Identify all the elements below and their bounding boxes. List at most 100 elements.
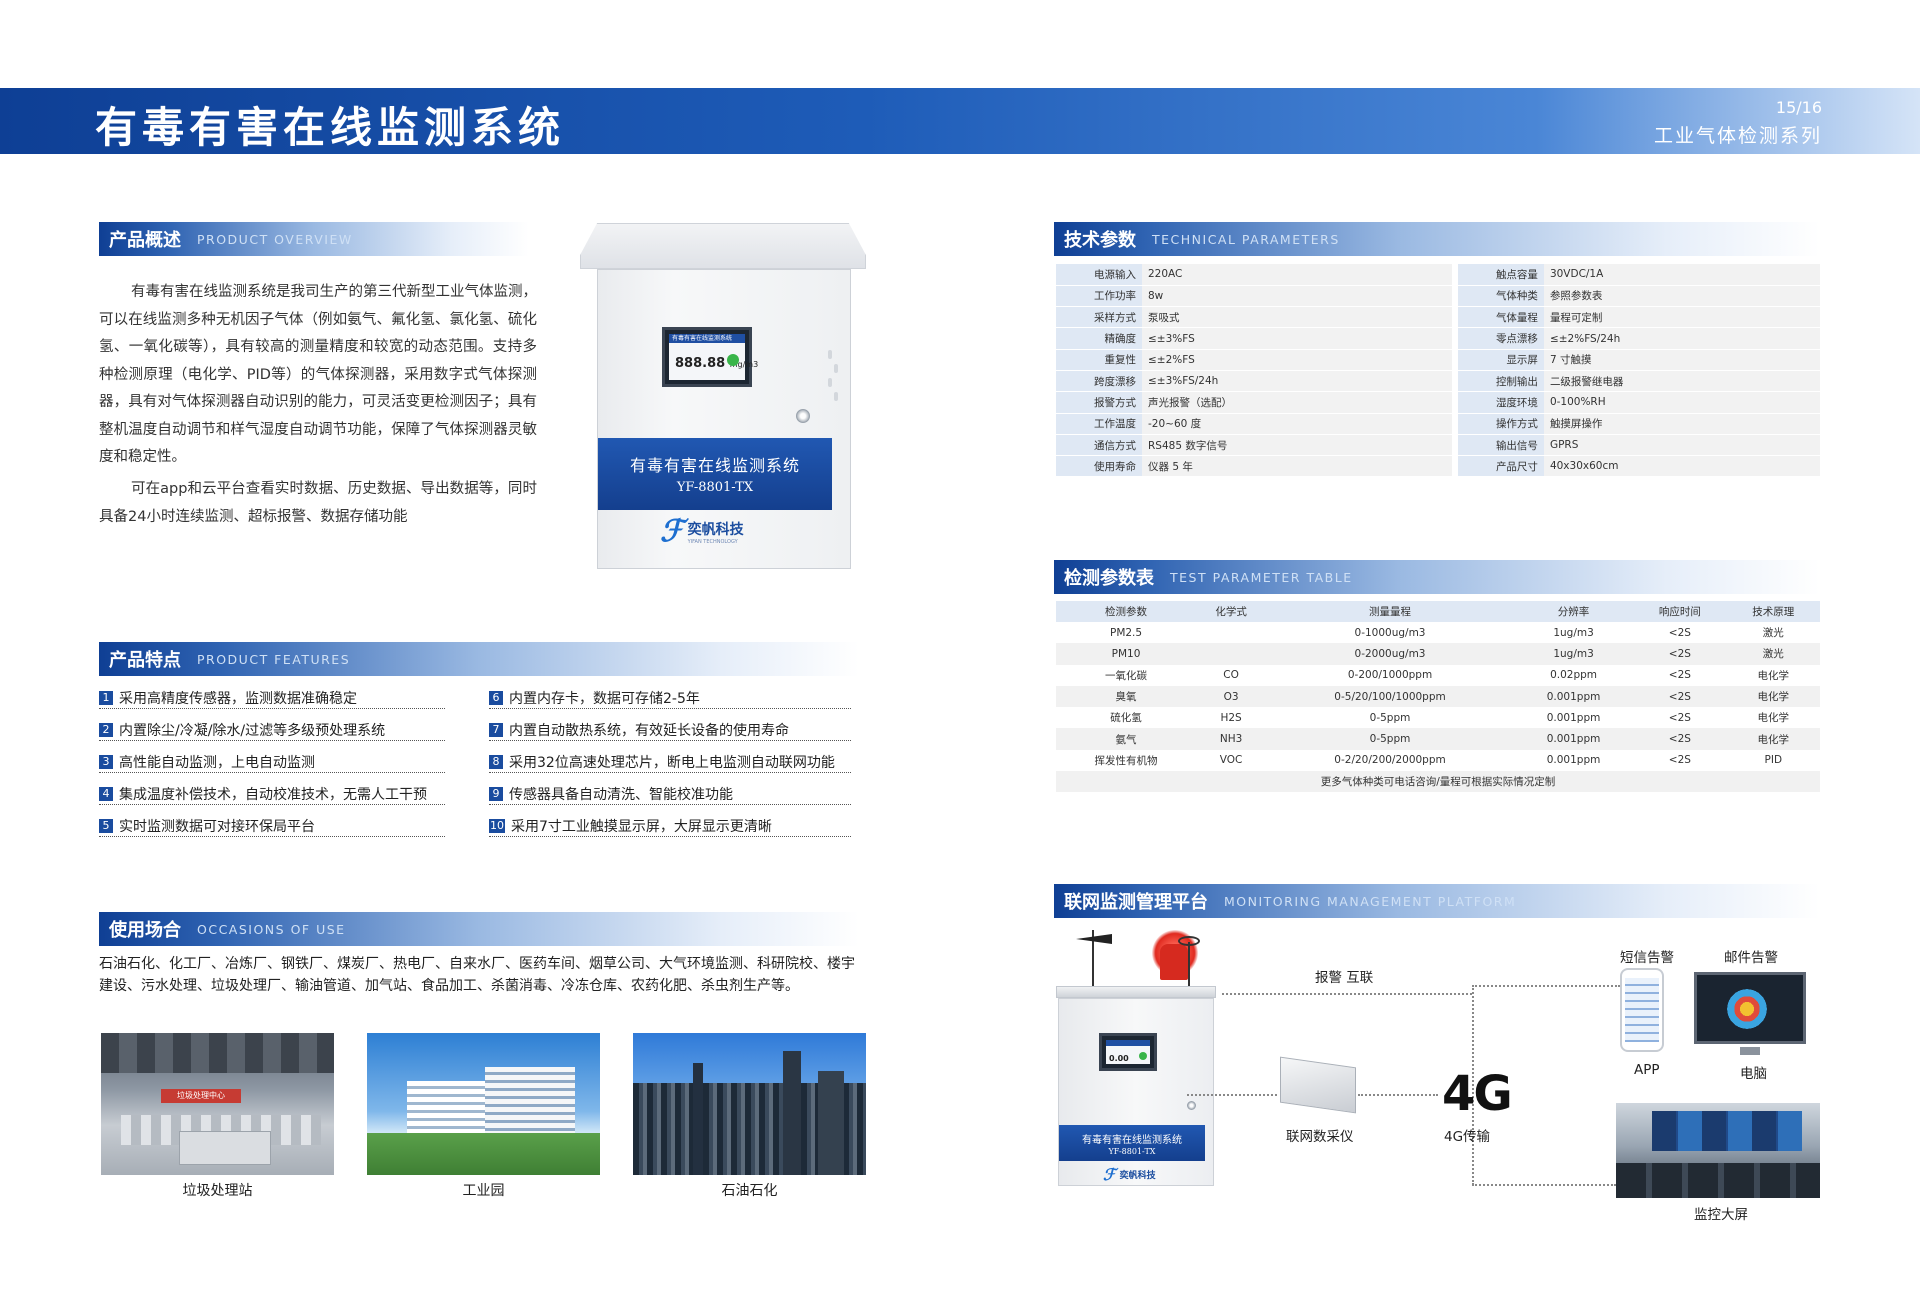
app-label: APP — [1634, 1062, 1660, 1078]
test-row: 挥发性有机物 VOC 0-2/20/200/2000ppm 0.001ppm <2S PI… — [1056, 749, 1820, 772]
tech-row: 跨度漂移 ≤±3%FS/24h 控制输出 二级报警继电器 — [1056, 370, 1820, 393]
test-cell: 0-5ppm — [1266, 707, 1514, 729]
test-title: 检测参数表 — [1064, 568, 1154, 589]
anemometer-icon — [1178, 936, 1200, 946]
test-cell: 激光 — [1726, 643, 1820, 665]
test-cell: 0.001ppm — [1513, 685, 1634, 708]
test-row: PM2.5 0-1000ug/m3 1ug/m3 <2S 激光 — [1056, 622, 1820, 644]
tech-param-name: 气体种类 — [1457, 285, 1544, 308]
4g-label: 4G传输 — [1444, 1129, 1491, 1145]
tech-param-name: 输出信号 — [1457, 434, 1544, 457]
test-cell: 挥发性有机物 — [1056, 749, 1197, 772]
link-line — [1472, 985, 1620, 987]
panel-title: 有毒有害在线监测系统 — [629, 456, 800, 475]
screen-value: 888.88 mg/m3 — [675, 356, 759, 371]
test-cell: 电化学 — [1726, 664, 1820, 686]
test-cell: 1ug/m3 — [1513, 643, 1634, 665]
tech-param-value: GPRS — [1543, 434, 1820, 457]
feature-item: 3 高性能自动监测，上电自动监测 — [99, 751, 445, 773]
tech-param-value: 二级报警继电器 — [1543, 370, 1820, 393]
features-title-en: PRODUCT FEATURES — [197, 651, 351, 667]
test-cell: <2S — [1633, 749, 1727, 772]
tech-header: 技术参数 TECHNICAL PARAMETERS — [1054, 222, 1820, 256]
vent-icon — [834, 364, 838, 373]
phone-icon — [1620, 968, 1664, 1052]
tech-title-en: TECHNICAL PARAMETERS — [1152, 231, 1340, 247]
tech-param-name: 通信方式 — [1056, 434, 1142, 457]
feature-item: 4 集成温度补偿技术，自动校准技术，无需人工干预 — [99, 783, 445, 805]
tech-row: 精确度 ≤±3%FS 零点漂移 ≤±2%FS/24h — [1056, 327, 1820, 350]
cabinet-roof — [580, 223, 866, 269]
lock-icon — [796, 409, 810, 423]
feature-item: 9 传感器具备自动清洗、智能校准功能 — [489, 783, 851, 805]
test-row: 硫化氢 H2S 0-5ppm 0.001ppm <2S 电化学 — [1056, 707, 1820, 729]
test-cell: <2S — [1633, 707, 1727, 729]
test-cell — [1196, 622, 1267, 644]
test-cell: 一氧化碳 — [1056, 664, 1197, 686]
tech-row: 采样方式 泵吸式 气体量程 量程可定制 — [1056, 306, 1820, 329]
tech-param-value: 仪器 5 年 — [1142, 455, 1452, 478]
test-column-header: 技术原理 — [1726, 601, 1820, 622]
cabinet-body: 有毒有害在线监测系统 888.88 mg/m3 有毒有害在线监测系统 YF-88… — [597, 269, 851, 569]
platform-device-image: 0.00 有毒有害在线监测系统 YF-8801-TX ℱ 奕帆科技 — [1052, 930, 1222, 1190]
tech-param-name: 跨度漂移 — [1056, 370, 1142, 393]
test-column-header: 分辨率 — [1513, 601, 1634, 622]
features-header: 产品特点 PRODUCT FEATURES — [99, 642, 859, 676]
test-cell: 0-200/1000ppm — [1266, 664, 1514, 686]
test-column-header: 响应时间 — [1633, 601, 1727, 622]
test-cell: 0.001ppm — [1513, 728, 1634, 750]
caption-waste-station: 垃圾处理站 — [182, 1183, 253, 1199]
test-cell: PID — [1726, 749, 1820, 772]
test-cell: 0.001ppm — [1513, 707, 1634, 729]
tech-param-name: 零点漂移 — [1457, 327, 1544, 350]
tech-param-value: 触摸屏操作 — [1543, 413, 1820, 435]
alarm-link-label: 报警 互联 — [1315, 970, 1374, 986]
features-title: 产品特点 — [109, 650, 181, 671]
test-cell: 0-2/20/200/2000ppm — [1266, 749, 1514, 772]
tech-param-name: 控制输出 — [1457, 370, 1544, 393]
test-cell: <2S — [1633, 643, 1727, 665]
cabinet-screen: 有毒有害在线监测系统 888.88 mg/m3 — [662, 327, 758, 387]
test-cell: 0-5ppm — [1266, 728, 1514, 750]
caption-industrial-park: 工业园 — [462, 1183, 505, 1199]
vent-icon — [828, 350, 832, 359]
link-line — [1187, 1094, 1277, 1096]
tech-row: 报警方式 声光报警（选配） 湿度环境 0-100%RH — [1056, 391, 1820, 414]
tech-param-value: 声光报警（选配） — [1142, 391, 1452, 414]
test-cell: 0-5/20/100/1000ppm — [1266, 685, 1514, 708]
tech-param-value: 7 寸触摸 — [1543, 349, 1820, 371]
device-screen: 0.00 — [1099, 1033, 1157, 1071]
pc-label: 电脑 — [1740, 1066, 1767, 1082]
page-title: 有毒有害在线监测系统 — [95, 103, 566, 152]
tech-param-value: 参照参数表 — [1543, 285, 1820, 308]
test-cell: PM2.5 — [1056, 622, 1197, 644]
tech-row: 使用寿命 仪器 5 年产品尺寸 40x30x60cm — [1056, 455, 1820, 478]
tech-title: 技术参数 — [1064, 230, 1136, 251]
occasions-text: 石油石化、化工厂、冶炼厂、钢铁厂、煤炭厂、热电厂、自来水厂、医药车间、烟草公司、… — [99, 956, 855, 994]
link-line — [1358, 1094, 1438, 1096]
monitor-icon — [1694, 972, 1806, 1044]
feature-item: 1 采用高精度传感器，监测数据准确稳定 — [99, 687, 445, 709]
test-note-row: 更多气体种类可电话咨询/量程可根据实际情况定制 — [1056, 771, 1820, 793]
tech-param-value: 泵吸式 — [1142, 306, 1452, 329]
vent-icon — [834, 392, 838, 401]
panel-model: YF-8801-TX — [676, 480, 754, 495]
overview-paragraph-2: 可在app和云平台查看实时数据、历史数据、导出数据等，同时具备24小时连续监测、… — [99, 481, 537, 525]
feature-item: 5 实时监测数据可对接环保局平台 — [99, 815, 445, 837]
overview-title: 产品概述 — [109, 230, 181, 251]
status-indicator — [727, 354, 739, 366]
test-cell: 0-2000ug/m3 — [1266, 643, 1514, 665]
tech-param-value: -20~60 度 — [1142, 413, 1452, 435]
test-cell: 电化学 — [1726, 728, 1820, 750]
tech-param-value: 40x30x60cm — [1543, 455, 1820, 478]
tech-row: 通信方式 RS485 数字信号 输出信号 GPRS — [1056, 434, 1820, 457]
platform-header: 联网监测管理平台 MONITORING MANAGEMENT PLATFORM — [1054, 884, 1820, 918]
overview-title-en: PRODUCT OVERVIEW — [197, 231, 353, 247]
feature-item: 7 内置自动散热系统，有效延长设备的使用寿命 — [489, 719, 851, 741]
test-cell: CO — [1196, 664, 1267, 686]
tech-row: 工作功率 8w 气体种类 参照参数表 — [1056, 285, 1820, 308]
tech-param-name: 湿度环境 — [1457, 391, 1544, 414]
feature-item: 8 采用32位高速处理芯片，断电上电监测自动联网功能 — [489, 751, 851, 773]
tech-param-name: 报警方式 — [1056, 391, 1142, 414]
occasions-title: 使用场合 — [109, 920, 181, 941]
